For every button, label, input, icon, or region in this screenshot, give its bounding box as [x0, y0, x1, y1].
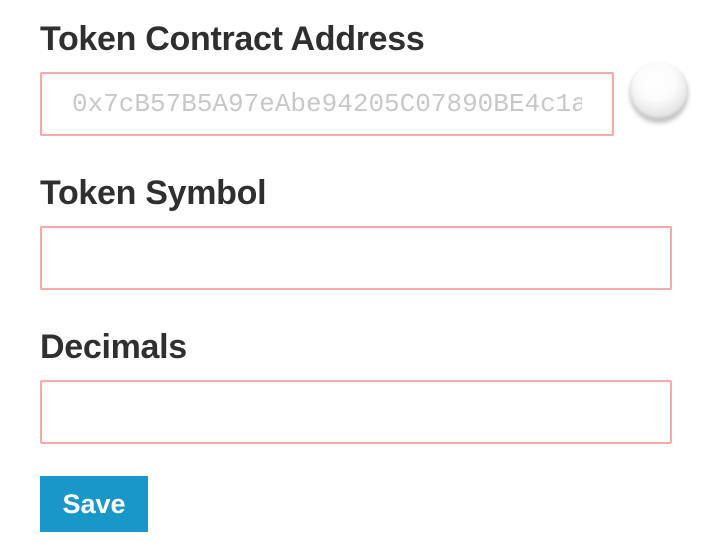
token-symbol-label: Token Symbol — [40, 174, 267, 212]
token-contract-address-input[interactable] — [40, 72, 614, 136]
save-button[interactable]: Save — [40, 476, 148, 532]
decimals-input[interactable] — [40, 380, 672, 444]
identicon-icon — [630, 62, 688, 120]
token-symbol-input[interactable] — [40, 226, 672, 290]
decimals-label: Decimals — [40, 328, 187, 366]
token-contract-address-label: Token Contract Address — [40, 20, 425, 58]
add-token-form: Token Contract Address Token Symbol Deci… — [40, 0, 700, 560]
